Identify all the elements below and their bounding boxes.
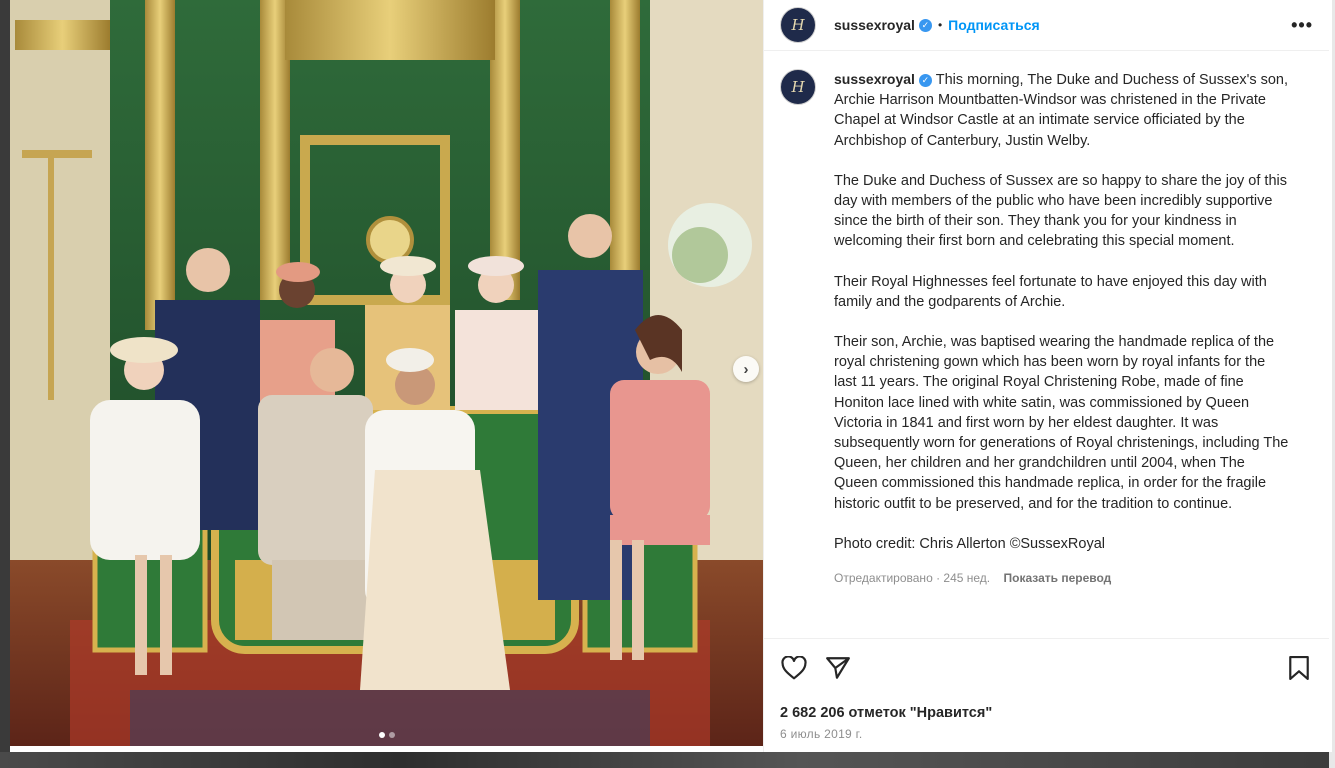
post-side-panel: H sussexroyal ✓ • Подписаться ••• H suss… <box>763 0 1329 752</box>
photo-credit: Photo credit: Chris Allerton ©SussexRoya… <box>834 535 1105 552</box>
caption-username[interactable]: sussexroyal <box>834 71 915 87</box>
follow-button[interactable]: Подписаться <box>948 17 1040 33</box>
avatar[interactable]: H <box>780 7 816 43</box>
carousel-dot-active <box>378 732 385 738</box>
caption-body: sussexroyal ✓ This morning, The Duke and … <box>834 69 1290 588</box>
header-separator: • <box>937 18 943 32</box>
carousel-dot <box>388 732 395 738</box>
header-username[interactable]: sussexroyal <box>834 17 915 33</box>
caption-paragraph-2: The Duke and Duchess of Sussex are so ha… <box>834 172 1287 250</box>
bookmark-icon[interactable] <box>1285 654 1313 682</box>
edited-label: Отредактировано · 245 нед. <box>834 571 991 586</box>
chevron-right-icon: › <box>743 360 749 378</box>
post-date: 6 июль 2019 г. <box>780 727 863 741</box>
comments-area: H sussexroyal ✓ This morning, The Duke an… <box>764 51 1329 638</box>
caption-paragraph-3: Their Royal Highnesses feel fortunate to… <box>834 273 1267 310</box>
caption: H sussexroyal ✓ This morning, The Duke an… <box>780 69 1313 588</box>
likes-count[interactable]: 2 682 206 отметок "Нравится" <box>780 705 1313 721</box>
avatar-monogram: H <box>791 78 805 96</box>
paper-plane-icon[interactable] <box>824 654 852 682</box>
post-photo: › <box>10 0 763 746</box>
caption-meta: Отредактировано · 245 нед. Показать пере… <box>834 568 1290 588</box>
show-translation-link[interactable]: Показать перевод <box>1003 571 1111 585</box>
heart-icon[interactable] <box>780 654 808 682</box>
verified-badge-icon: ✓ <box>918 73 932 87</box>
caption-paragraph-4: Their son, Archie, was baptised wearing … <box>834 334 1289 512</box>
post-header: H sussexroyal ✓ • Подписаться ••• <box>764 0 1329 51</box>
caption-paragraph-1: sussexroyal ✓ This morning, The Duke and … <box>834 69 1290 151</box>
carousel-next-button[interactable]: › <box>733 356 759 382</box>
verified-badge-icon: ✓ <box>918 18 932 32</box>
post-dialog: › H sussexroyal ✓ • Подписаться ••• H su… <box>10 0 1332 752</box>
action-bar <box>780 653 1313 683</box>
avatar-monogram: H <box>791 16 805 34</box>
photo-illustration <box>10 0 763 746</box>
carousel-indicator <box>10 732 763 738</box>
caption-avatar[interactable]: H <box>780 69 816 105</box>
post-footer: 2 682 206 отметок "Нравится" 6 июль 2019… <box>764 638 1329 752</box>
more-options-icon[interactable]: ••• <box>1291 15 1313 36</box>
background-strip <box>0 752 1335 768</box>
